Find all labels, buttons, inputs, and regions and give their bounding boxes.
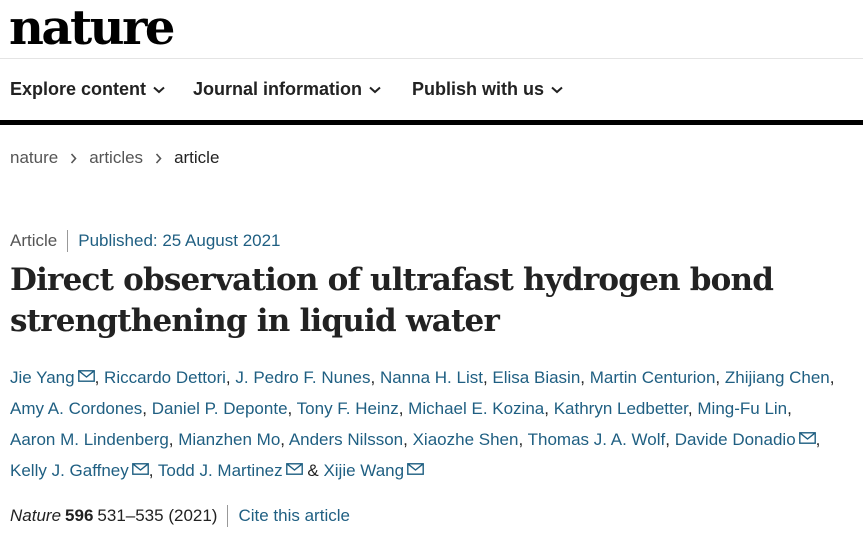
- author-and-separator: &: [307, 461, 319, 480]
- author-name[interactable]: Jie Yang: [10, 368, 95, 387]
- nav-publish-with-us-label: Publish with us: [412, 79, 545, 99]
- article-meta: Article Published: 25 August 2021: [10, 230, 281, 252]
- author-name[interactable]: Mianzhen Mo: [178, 430, 280, 449]
- author-name[interactable]: Kelly J. Gaffney: [10, 461, 149, 480]
- journal-pages: 531–535: [97, 506, 164, 525]
- nav-journal-information-label: Journal information: [193, 79, 363, 99]
- journal-volume: 596: [65, 506, 94, 525]
- author-name[interactable]: J. Pedro F. Nunes: [235, 368, 370, 387]
- author-name[interactable]: Elisa Biasin: [492, 368, 580, 387]
- nav-explore-content-label: Explore content: [10, 79, 147, 99]
- author-separator: ,: [829, 368, 835, 387]
- author-separator: ,: [687, 399, 698, 418]
- author-name[interactable]: Thomas J. A. Wolf: [528, 430, 666, 449]
- author-separator: ,: [580, 368, 590, 387]
- author-name[interactable]: Michael E. Kozina: [408, 399, 544, 418]
- author-name[interactable]: Todd J. Martinez: [158, 461, 303, 480]
- author-separator: ,: [815, 430, 821, 449]
- author-separator: ,: [482, 368, 493, 387]
- author-name[interactable]: Xijie Wang: [323, 461, 424, 480]
- journal-year: (2021): [168, 506, 218, 525]
- citation-divider: [227, 505, 229, 527]
- author-name[interactable]: Amy A. Cordones: [10, 399, 142, 418]
- author-separator: ,: [715, 368, 725, 387]
- author-name[interactable]: Aaron M. Lindenberg: [10, 430, 169, 449]
- nav-publish-with-us[interactable]: Publish with us: [412, 79, 563, 100]
- author-separator: ,: [787, 399, 792, 418]
- author-name[interactable]: Xiaozhe Shen: [413, 430, 519, 449]
- author-name[interactable]: Kathryn Ledbetter: [554, 399, 688, 418]
- author-name[interactable]: Tony F. Heinz: [297, 399, 399, 418]
- chevron-down-icon: [551, 86, 563, 93]
- author-separator: ,: [665, 430, 675, 449]
- author-name[interactable]: Davide Donadio: [675, 430, 816, 449]
- author-separator: ,: [518, 430, 528, 449]
- author-name[interactable]: Riccardo Dettori: [104, 368, 226, 387]
- chevron-down-icon: [153, 86, 165, 93]
- citation-line: Nature 596 531–535 (2021) Cite this arti…: [10, 505, 350, 527]
- chevron-down-icon: [369, 86, 381, 93]
- author-name[interactable]: Daniel P. Deponte: [152, 399, 288, 418]
- author-separator: ,: [225, 368, 236, 387]
- author-separator: ,: [403, 430, 413, 449]
- author-separator: ,: [398, 399, 409, 418]
- author-separator: ,: [168, 430, 179, 449]
- author-separator: ,: [94, 368, 105, 387]
- main-nav: Explore content Journal information Publ…: [0, 58, 863, 121]
- journal-name: Nature: [10, 506, 62, 525]
- author-name[interactable]: Nanna H. List: [380, 368, 483, 387]
- author-separator: ,: [287, 399, 297, 418]
- article-title: Direct observation of ultrafast hydrogen…: [10, 262, 774, 339]
- author-separator: ,: [544, 399, 554, 418]
- nature-logo[interactable]: nature: [9, 2, 175, 54]
- author-separator: ,: [370, 368, 380, 387]
- nav-journal-information[interactable]: Journal information: [193, 79, 381, 100]
- author-name[interactable]: Martin Centurion: [590, 368, 716, 387]
- mail-icon[interactable]: [77, 370, 95, 382]
- article-type: Article: [10, 231, 58, 250]
- published-date: Published: 25 August 2021: [78, 231, 281, 250]
- author-name[interactable]: Ming-Fu Lin: [697, 399, 787, 418]
- author-separator: ,: [280, 430, 289, 449]
- cite-this-article-link[interactable]: Cite this article: [238, 506, 349, 526]
- breadcrumb: nature articles article: [10, 148, 219, 168]
- mail-icon[interactable]: [798, 432, 816, 444]
- mail-icon[interactable]: [285, 463, 303, 475]
- mail-icon[interactable]: [407, 463, 424, 475]
- author-separator: ,: [142, 399, 152, 418]
- breadcrumb-article: article: [174, 148, 220, 167]
- header-divider: [0, 120, 863, 125]
- author-name[interactable]: Zhijiang Chen: [725, 368, 830, 387]
- meta-divider: [67, 230, 69, 252]
- mail-icon[interactable]: [131, 463, 149, 475]
- chevron-right-icon: [155, 152, 162, 164]
- nav-explore-content[interactable]: Explore content: [10, 79, 165, 100]
- breadcrumb-nature[interactable]: nature: [10, 148, 58, 168]
- author-name[interactable]: Anders Nilsson: [289, 430, 403, 449]
- chevron-right-icon: [71, 152, 77, 164]
- author-list: Jie Yang, Riccardo Dettori, J. Pedro F. …: [10, 362, 860, 486]
- breadcrumb-articles[interactable]: articles: [89, 148, 143, 168]
- author-separator: ,: [148, 461, 158, 480]
